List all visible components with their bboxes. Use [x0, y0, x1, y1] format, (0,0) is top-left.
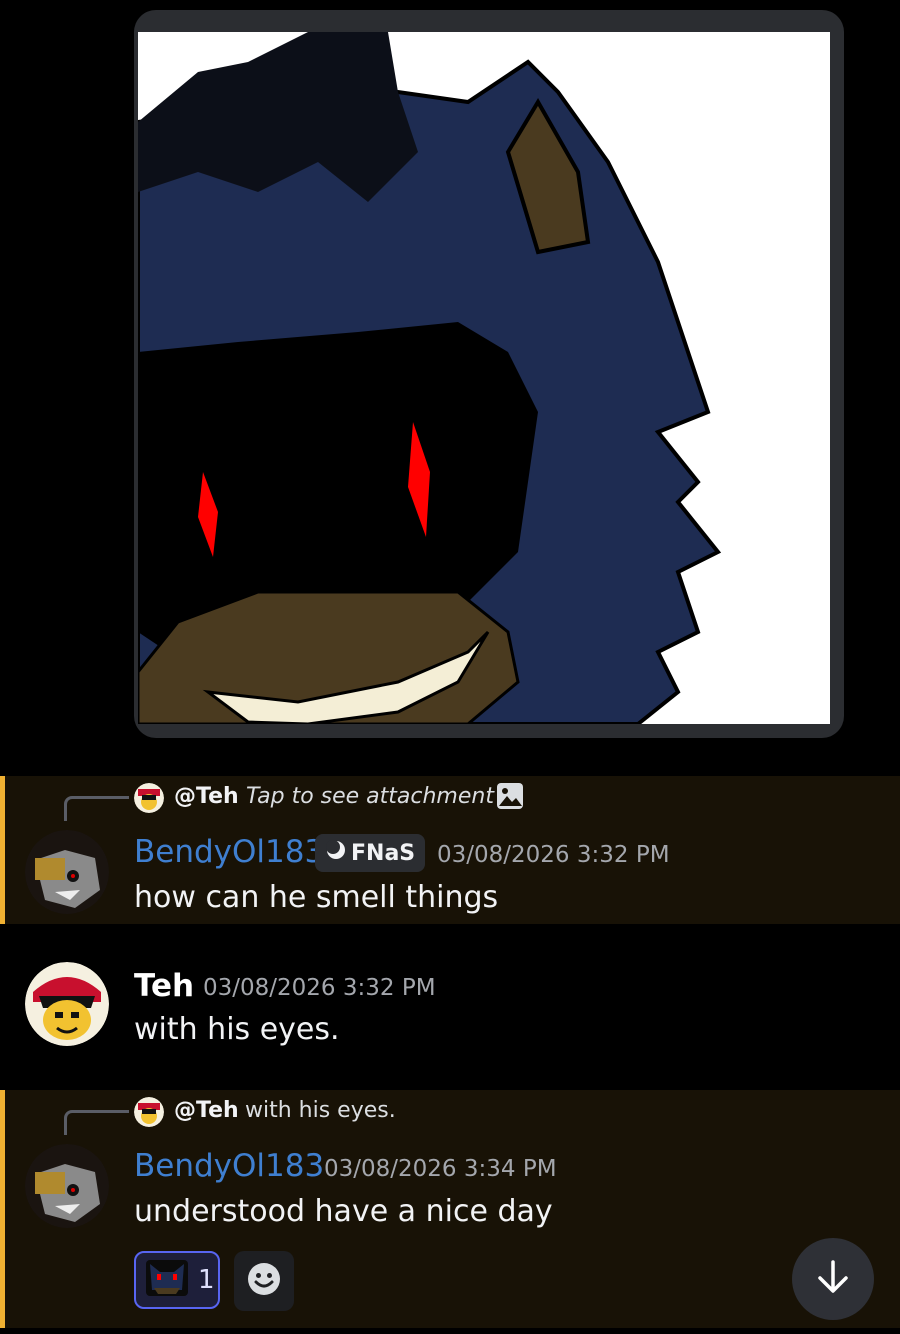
server-tag-label: FNaS: [351, 840, 416, 866]
image-icon: [496, 782, 524, 814]
mention-highlight-bar: [0, 1090, 5, 1328]
teh-mini-avatar[interactable]: [134, 783, 164, 813]
mention-highlight-bar: [0, 776, 5, 924]
reply-author[interactable]: @Teh: [174, 1098, 239, 1123]
message-bendy-1[interactable]: @Teh Tap to see attachment BendyOl183 FN…: [0, 776, 900, 924]
image-attachment[interactable]: [134, 10, 844, 738]
custom-emoji-icon: [146, 1260, 188, 1300]
smiley-icon: [246, 1261, 282, 1301]
server-tag[interactable]: FNaS: [315, 834, 426, 872]
timestamp: 03/08/2026 3:34 PM: [324, 1156, 557, 1182]
reply-author[interactable]: @Teh: [174, 784, 239, 809]
moon-icon: [325, 839, 347, 867]
teh-avatar[interactable]: [25, 962, 109, 1046]
bendy-avatar[interactable]: [25, 1144, 109, 1228]
scroll-to-bottom-button[interactable]: [792, 1238, 874, 1320]
reaction-chip[interactable]: 1: [134, 1251, 220, 1309]
attachment-artwork: [138, 32, 830, 724]
bendy-avatar[interactable]: [25, 830, 109, 914]
timestamp: 03/08/2026 3:32 PM: [437, 842, 670, 868]
username[interactable]: Teh: [134, 968, 194, 1004]
message-teh[interactable]: Teh 03/08/2026 3:32 PM with his eyes.: [0, 924, 900, 1090]
timestamp: 03/08/2026 3:32 PM: [203, 975, 436, 1001]
message-content: how can he smell things: [134, 880, 499, 915]
username[interactable]: BendyOl183: [134, 1148, 324, 1184]
arrow-down-icon: [813, 1257, 853, 1301]
reply-connector: [64, 796, 129, 821]
message-content: understood have a nice day: [134, 1194, 553, 1229]
reaction-count: 1: [198, 1265, 215, 1295]
message-content: with his eyes.: [134, 1012, 340, 1047]
reply-preview[interactable]: with his eyes.: [245, 1098, 396, 1123]
add-reaction-button[interactable]: [234, 1251, 294, 1311]
reply-preview[interactable]: Tap to see attachment: [246, 784, 494, 809]
reply-connector: [64, 1110, 129, 1135]
username[interactable]: BendyOl183: [134, 834, 324, 870]
teh-mini-avatar[interactable]: [134, 1097, 164, 1127]
